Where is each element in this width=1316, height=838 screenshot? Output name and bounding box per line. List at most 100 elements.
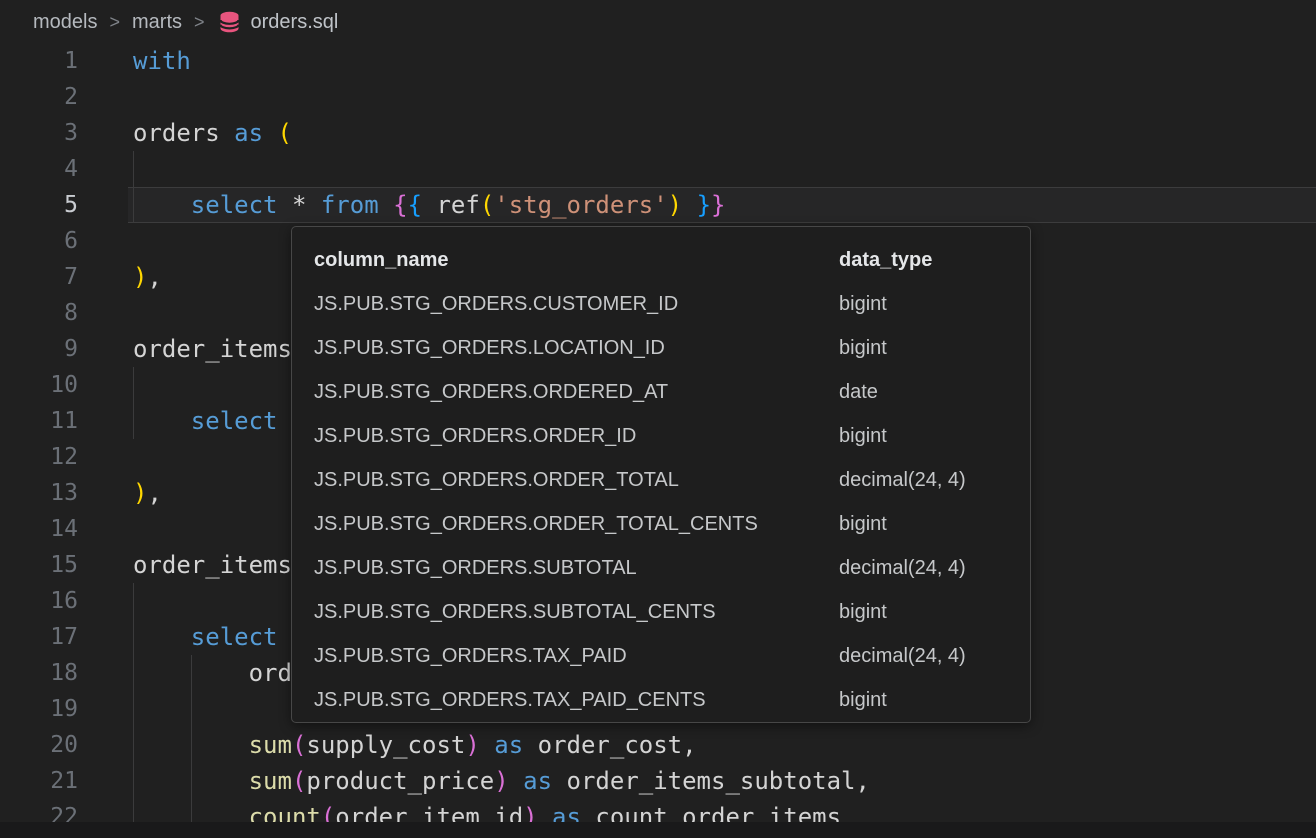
code-text: order_items [133, 547, 292, 583]
code-text: sum(product_price) as order_items_subtot… [133, 763, 870, 799]
code-token [523, 731, 537, 759]
code-token: order_cost, [538, 731, 697, 759]
line-number: 14 [0, 511, 78, 547]
code-token: from [321, 191, 379, 219]
code-text: sum(supply_cost) as order_cost, [133, 727, 697, 763]
breadcrumb-item-file[interactable]: orders.sql [217, 10, 339, 34]
panel-divider [0, 822, 1316, 838]
code-token: orders [133, 119, 234, 147]
column-name-cell: JS.PUB.STG_ORDERS.SUBTOTAL_CENTS [314, 590, 839, 634]
line-number: 18 [0, 655, 78, 691]
popup-header-row: column_name data_type [314, 238, 1030, 282]
popup-row: JS.PUB.STG_ORDERS.ORDER_IDbigint [314, 414, 1030, 458]
code-line[interactable]: 4 [0, 151, 1316, 187]
column-name-cell: JS.PUB.STG_ORDERS.ORDER_TOTAL_CENTS [314, 502, 839, 546]
code-line[interactable]: 2 [0, 79, 1316, 115]
code-text: ), [133, 475, 162, 511]
code-token: product_price [306, 767, 494, 795]
line-number: 13 [0, 475, 78, 511]
file-name: orders.sql [251, 11, 339, 34]
popup-row: JS.PUB.STG_ORDERS.ORDER_TOTALdecimal(24,… [314, 458, 1030, 502]
line-number: 17 [0, 619, 78, 655]
popup-row: JS.PUB.STG_ORDERS.LOCATION_IDbigint [314, 326, 1030, 370]
column-name-cell: JS.PUB.STG_ORDERS.ORDERED_AT [314, 370, 839, 414]
line-number: 5 [0, 187, 78, 223]
line-number: 15 [0, 547, 78, 583]
line-number: 1 [0, 43, 78, 79]
line-number: 16 [0, 583, 78, 619]
code-editor: { "breadcrumb": { "segments": ["models",… [0, 0, 1316, 838]
code-text: ), [133, 259, 162, 295]
code-text: ord [133, 655, 292, 691]
line-number: 9 [0, 331, 78, 367]
line-number: 20 [0, 727, 78, 763]
code-token: ( [292, 731, 306, 759]
code-text: select * from {{ ref('stg_orders') }} [133, 187, 725, 223]
line-number: 10 [0, 367, 78, 403]
code-token: sum [249, 767, 292, 795]
line-number: 11 [0, 403, 78, 439]
data-type-cell: bigint [839, 282, 887, 326]
code-line[interactable]: 3orders as ( [0, 115, 1316, 151]
code-token: ( [292, 767, 306, 795]
column-name-cell: JS.PUB.STG_ORDERS.TAX_PAID_CENTS [314, 678, 839, 722]
code-token [263, 119, 277, 147]
data-type-cell: date [839, 370, 878, 414]
popup-row: JS.PUB.STG_ORDERS.SUBTOTALdecimal(24, 4) [314, 546, 1030, 590]
breadcrumb-item-models[interactable]: models [33, 11, 97, 34]
code-token: order_items [133, 335, 292, 363]
code-token: { [408, 191, 422, 219]
code-token [682, 191, 696, 219]
code-token: } [711, 191, 725, 219]
popup-row: JS.PUB.STG_ORDERS.TAX_PAIDdecimal(24, 4) [314, 634, 1030, 678]
breadcrumb-item-marts[interactable]: marts [132, 11, 182, 34]
line-number: 7 [0, 259, 78, 295]
code-token: select [191, 191, 278, 219]
code-token: , [147, 479, 161, 507]
code-token [133, 767, 249, 795]
breadcrumb: models > marts > orders.sql [0, 0, 1316, 44]
popup-data-type-header: data_type [839, 238, 932, 282]
code-text: orders as ( [133, 115, 292, 151]
line-number: 2 [0, 79, 78, 115]
data-type-cell: decimal(24, 4) [839, 634, 966, 678]
code-line[interactable]: 20 sum(supply_cost) as order_cost, [0, 727, 1316, 763]
column-name-cell: JS.PUB.STG_ORDERS.ORDER_ID [314, 414, 839, 458]
line-number: 12 [0, 439, 78, 475]
code-token [133, 623, 191, 651]
popup-row: JS.PUB.STG_ORDERS.ORDERED_ATdate [314, 370, 1030, 414]
code-line[interactable]: 21 sum(product_price) as order_items_sub… [0, 763, 1316, 799]
column-name-cell: JS.PUB.STG_ORDERS.SUBTOTAL [314, 546, 839, 590]
code-token [133, 407, 191, 435]
database-icon [217, 10, 242, 34]
code-token [379, 191, 393, 219]
column-name-cell: JS.PUB.STG_ORDERS.TAX_PAID [314, 634, 839, 678]
data-type-cell: bigint [839, 678, 887, 722]
code-token: as [494, 731, 523, 759]
line-number: 8 [0, 295, 78, 331]
code-token: , [147, 263, 161, 291]
code-text: select [133, 619, 278, 655]
code-token [133, 731, 249, 759]
data-type-cell: bigint [839, 326, 887, 370]
code-line[interactable]: 1with [0, 43, 1316, 79]
code-token: ref [436, 191, 479, 219]
popup-row: JS.PUB.STG_ORDERS.TAX_PAID_CENTSbigint [314, 678, 1030, 722]
data-type-cell: decimal(24, 4) [839, 458, 966, 502]
code-text: select [133, 403, 278, 439]
code-token [552, 767, 566, 795]
code-token: 'stg_orders' [494, 191, 667, 219]
column-info-popup: column_name data_type JS.PUB.STG_ORDERS.… [291, 226, 1031, 723]
code-token [133, 191, 191, 219]
code-token [133, 659, 249, 687]
code-line-current[interactable]: 5 select * from {{ ref('stg_orders') }} [0, 187, 1316, 223]
code-token: supply_cost [306, 731, 465, 759]
code-token [480, 731, 494, 759]
code-token: select [191, 623, 278, 651]
column-name-cell: JS.PUB.STG_ORDERS.LOCATION_ID [314, 326, 839, 370]
line-number: 6 [0, 223, 78, 259]
data-type-cell: bigint [839, 414, 887, 458]
column-name-cell: JS.PUB.STG_ORDERS.CUSTOMER_ID [314, 282, 839, 326]
line-number: 21 [0, 763, 78, 799]
code-token [509, 767, 523, 795]
